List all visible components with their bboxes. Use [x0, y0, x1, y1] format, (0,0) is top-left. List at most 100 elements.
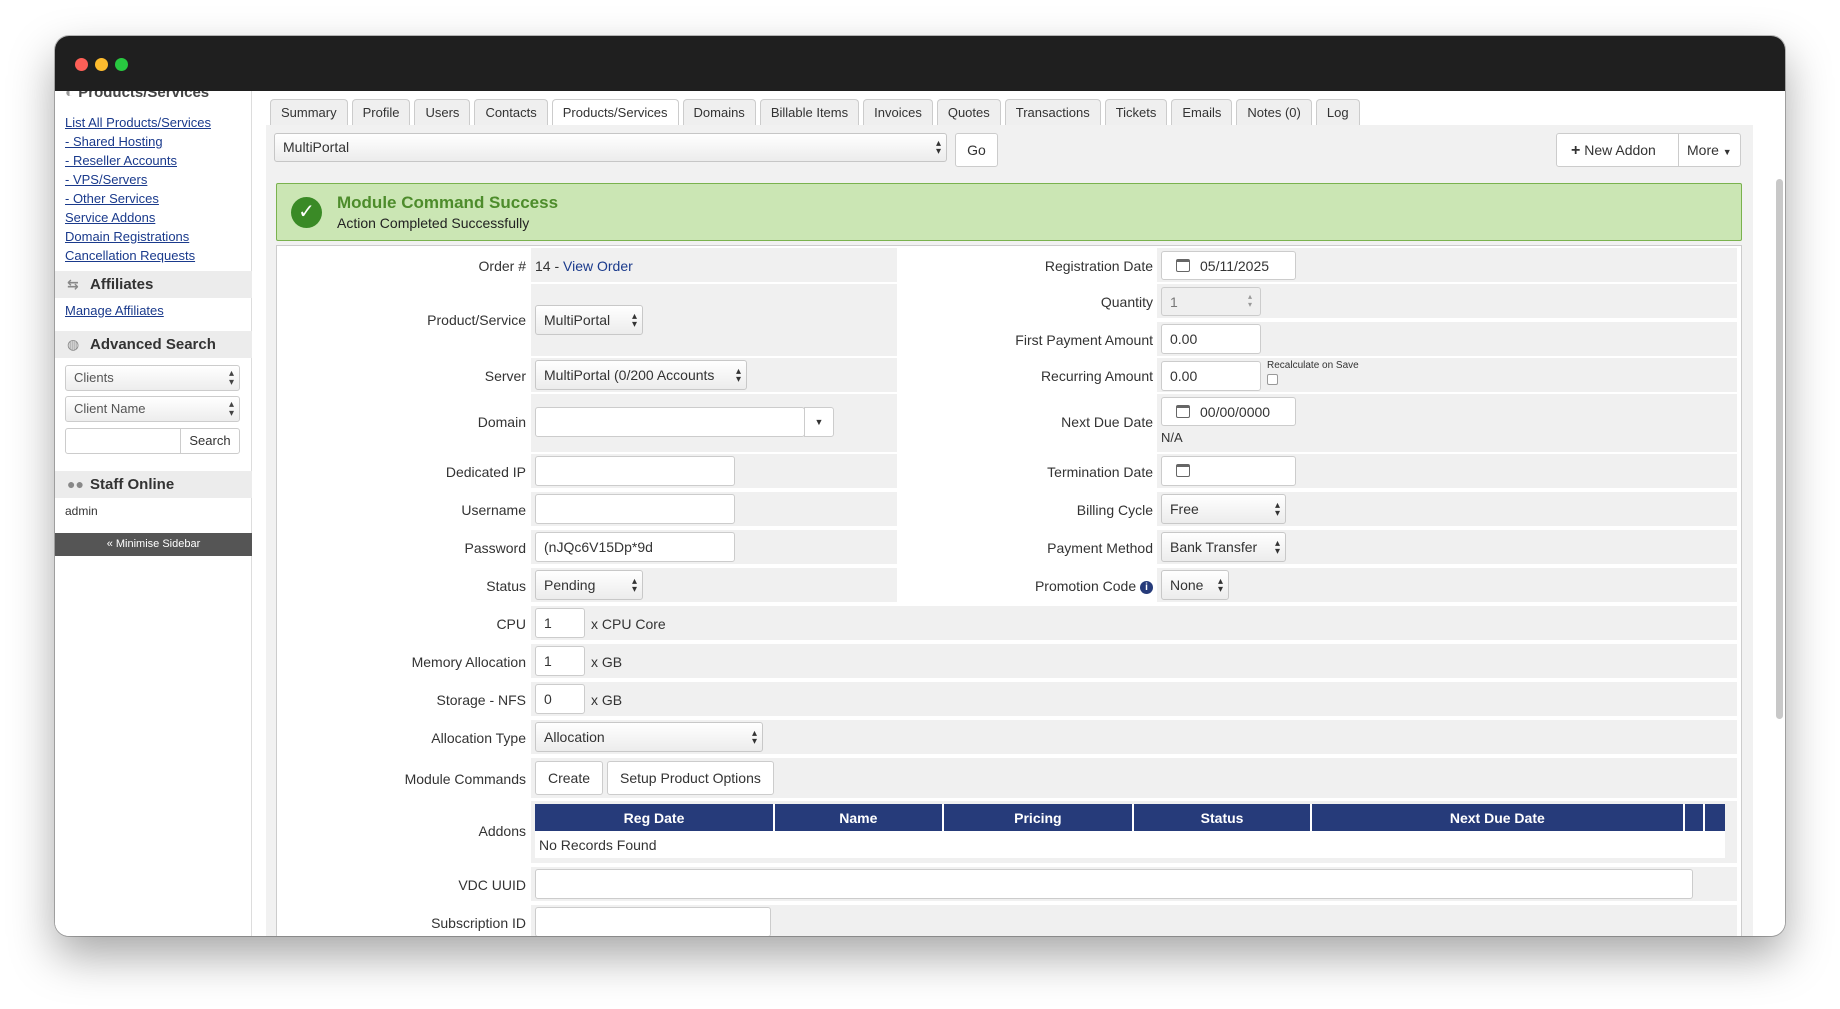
cpu-input[interactable]: 1 — [535, 608, 585, 638]
vdc-uuid-label: VDC UUID — [458, 877, 526, 893]
product-service-select[interactable]: MultiPortal ▴ ▾ — [535, 305, 643, 335]
termination-date-input[interactable] — [1161, 456, 1296, 486]
promotion-code-field: None ▴ ▾ — [1157, 568, 1737, 602]
select-arrows-icon: ▴ ▾ — [935, 138, 941, 157]
sidebar-search-input[interactable] — [65, 428, 181, 454]
tab-domains[interactable]: Domains — [682, 99, 756, 125]
server-select[interactable]: MultiPortal (0/200 Accounts ▴ ▾ — [535, 360, 747, 390]
billing-cycle-label: Billing Cycle — [1076, 502, 1153, 518]
storage-suffix: x GB — [591, 692, 623, 708]
server-field: MultiPortal (0/200 Accounts ▴ ▾ — [531, 358, 897, 392]
quantity-input[interactable]: 1 ▴ ▾ — [1161, 287, 1261, 316]
sidebar-link-reseller-accounts[interactable]: - Reseller Accounts — [65, 151, 211, 170]
tab-notes[interactable]: Notes (0) — [1236, 99, 1312, 125]
select-arrows-icon: ▴ ▾ — [228, 399, 234, 419]
tab-products-services[interactable]: Products/Services — [551, 99, 679, 126]
page-scrollbar[interactable] — [1776, 179, 1783, 719]
sidebar-link-cancellation-requests[interactable]: Cancellation Requests — [65, 246, 211, 265]
minimise-sidebar-button[interactable]: « Minimise Sidebar — [55, 533, 252, 556]
billing-cycle-select[interactable]: Free ▴ ▾ — [1161, 494, 1286, 524]
select-arrows-icon: ▴ ▾ — [631, 576, 637, 595]
tab-users[interactable]: Users — [414, 99, 471, 125]
go-button[interactable]: Go — [955, 133, 998, 167]
recurring-amount-field: 0.00 Recalculate on Save — [1157, 358, 1737, 392]
order-field: 14 - View Order — [531, 248, 897, 282]
maximize-window-button[interactable] — [115, 58, 128, 71]
registration-date-input[interactable]: 05/11/2025 — [1161, 251, 1296, 280]
tab-log[interactable]: Log — [1315, 99, 1360, 125]
sidebar-link-domain-registrations[interactable]: Domain Registrations — [65, 227, 211, 246]
tab-transactions[interactable]: Transactions — [1004, 99, 1101, 125]
recalculate-checkbox[interactable] — [1267, 374, 1278, 385]
memory-field: 1 x GB — [531, 644, 1737, 678]
calendar-icon — [1176, 464, 1190, 477]
password-input[interactable]: (nJQc6V15Dp*9d — [535, 532, 735, 562]
tab-billable-items[interactable]: Billable Items — [759, 99, 860, 125]
addons-col-reg-date[interactable]: Reg Date — [535, 804, 776, 831]
payment-method-field: Bank Transfer ▴ ▾ — [1157, 530, 1737, 564]
domain-input[interactable] — [535, 407, 805, 437]
sidebar-link-all-products[interactable]: List All Products/Services — [65, 113, 211, 132]
form-row-dedicated-ip: Dedicated IP Termination Date — [281, 454, 1737, 488]
subscription-id-input[interactable] — [535, 907, 771, 936]
new-addon-button[interactable]: + New Addon — [1556, 133, 1679, 167]
addons-col-pricing[interactable]: Pricing — [942, 804, 1135, 831]
sidebar-link-shared-hosting[interactable]: - Shared Hosting — [65, 132, 211, 151]
promotion-code-select[interactable]: None ▴ ▾ — [1161, 570, 1229, 600]
browser-window: ◐ Products/Services List All Products/Se… — [55, 36, 1785, 936]
dedicated-ip-input[interactable] — [535, 456, 735, 486]
sidebar-link-service-addons[interactable]: Service Addons — [65, 208, 211, 227]
username-input[interactable] — [535, 494, 735, 524]
manage-affiliates-link[interactable]: Manage Affiliates — [65, 303, 164, 318]
allocation-type-select[interactable]: Allocation ▴ ▾ — [535, 722, 763, 752]
tab-emails[interactable]: Emails — [1171, 99, 1233, 125]
first-payment-input[interactable]: 0.00 — [1161, 324, 1261, 354]
module-commands-label: Module Commands — [404, 771, 526, 787]
status-field: Pending ▴ ▾ — [531, 568, 897, 602]
main-area: Summary Profile Users Contacts Products/… — [252, 91, 1785, 936]
username-field — [531, 492, 897, 526]
addons-col-status[interactable]: Status — [1133, 804, 1313, 831]
tab-quotes[interactable]: Quotes — [936, 99, 1001, 125]
next-due-date-input[interactable]: 00/00/0000 — [1161, 397, 1296, 426]
info-icon[interactable]: i — [1140, 581, 1153, 594]
sidebar-search-button[interactable]: Search — [180, 428, 240, 454]
addons-col-name[interactable]: Name — [774, 804, 944, 831]
addons-col-next-due-date[interactable]: Next Due Date — [1311, 804, 1685, 831]
check-circle-icon: ✓ — [291, 197, 322, 228]
vdc-uuid-input[interactable] — [535, 869, 1693, 899]
tab-tickets[interactable]: Tickets — [1104, 99, 1168, 125]
dedicated-ip-label: Dedicated IP — [445, 464, 526, 480]
recurring-amount-input[interactable]: 0.00 — [1161, 361, 1261, 391]
tab-invoices[interactable]: Invoices — [863, 99, 933, 125]
status-select[interactable]: Pending ▴ ▾ — [535, 570, 643, 600]
form-row-subscription-id: Subscription ID — [281, 905, 1737, 936]
setup-product-options-button[interactable]: Setup Product Options — [607, 761, 774, 795]
billing-cycle-field: Free ▴ ▾ — [1157, 492, 1737, 526]
sidebar-products-links: List All Products/Services - Shared Host… — [65, 113, 211, 265]
memory-label: Memory Allocation — [411, 654, 526, 670]
domain-dropdown-button[interactable]: ▼ — [804, 407, 834, 437]
select-arrows-icon: ▴ ▾ — [751, 728, 757, 747]
sidebar-link-other-services[interactable]: - Other Services — [65, 189, 211, 208]
more-dropdown-button[interactable]: More ▼ — [1678, 133, 1741, 167]
cpu-suffix: x CPU Core — [591, 616, 666, 632]
sidebar-link-vps-servers[interactable]: - VPS/Servers — [65, 170, 211, 189]
close-window-button[interactable] — [75, 58, 88, 71]
tab-summary[interactable]: Summary — [270, 99, 348, 125]
payment-method-select[interactable]: Bank Transfer ▴ ▾ — [1161, 532, 1286, 562]
storage-input[interactable]: 0 — [535, 684, 585, 714]
product-select[interactable]: MultiPortal ▴ ▾ — [274, 133, 947, 162]
view-order-link[interactable]: View Order — [563, 258, 633, 274]
affiliates-icon: ⇆ — [67, 276, 79, 292]
order-number-text: 14 - — [535, 258, 564, 274]
search-field-select[interactable]: Client Name ▴ ▾ — [65, 396, 240, 422]
quantity-field: 1 ▴ ▾ — [1157, 284, 1737, 318]
create-button[interactable]: Create — [535, 761, 604, 795]
search-type-select[interactable]: Clients ▴ ▾ — [65, 365, 240, 391]
memory-input[interactable]: 1 — [535, 646, 585, 676]
tab-profile[interactable]: Profile — [351, 99, 411, 125]
tab-contacts[interactable]: Contacts — [474, 99, 548, 125]
caret-down-icon: ▼ — [1722, 147, 1732, 157]
minimize-window-button[interactable] — [95, 58, 108, 71]
